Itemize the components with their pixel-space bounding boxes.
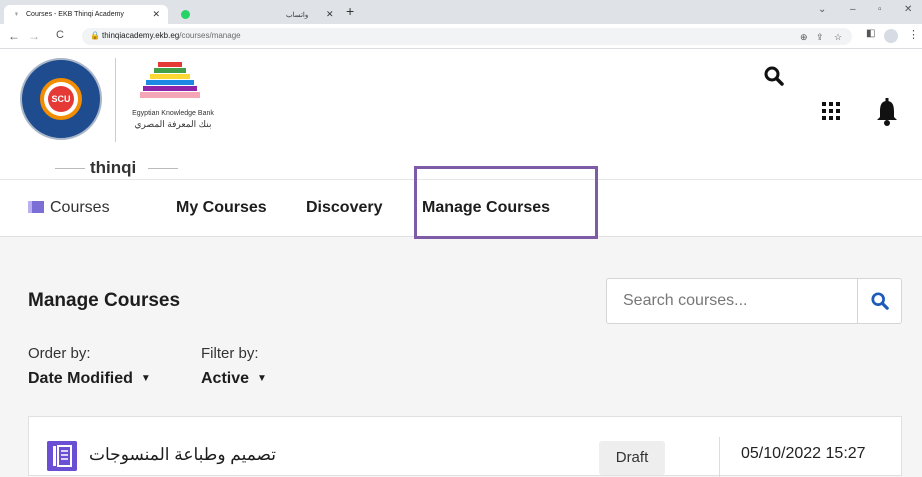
tab-search-icon[interactable]: ⌄: [818, 4, 826, 15]
browser-toolbar: ← → C 🔒 thinqiacademy.ekb.eg/courses/man…: [0, 24, 922, 49]
search-icon[interactable]: [764, 66, 784, 86]
ekb-name-arabic: بنك المعرفة المصري: [134, 119, 212, 129]
forward-icon[interactable]: →: [28, 29, 40, 43]
divider: [719, 437, 720, 477]
browser-menu-icon[interactable]: ⋮: [908, 28, 919, 41]
order-by-dropdown[interactable]: Date Modified ▼: [28, 370, 151, 388]
browser-tab-whatsapp[interactable]: واتساب ✕: [168, 5, 334, 24]
divider: [55, 168, 85, 169]
caret-down-icon: ▼: [140, 373, 151, 384]
search-courses-input[interactable]: [607, 279, 857, 323]
lock-icon: 🔒: [90, 31, 100, 40]
side-panel-icon[interactable]: ◧: [866, 28, 875, 39]
close-tab-icon[interactable]: ✕: [152, 9, 160, 20]
status-badge: Draft: [599, 441, 665, 475]
browser-tab-thinqi[interactable]: ♀ Courses - EKB Thinqi Academy ✕: [4, 5, 168, 24]
zoom-icon[interactable]: ⊕: [800, 32, 808, 43]
bookmark-star-icon[interactable]: ☆: [834, 32, 842, 43]
nav-courses[interactable]: Courses: [28, 199, 110, 217]
thinqi-favicon-icon: ♀: [13, 11, 20, 18]
logo-divider: [115, 58, 116, 142]
url-text: thinqiacademy.ekb.eg/courses/manage: [102, 31, 241, 40]
nav-discovery[interactable]: Discovery: [306, 199, 383, 217]
profile-avatar[interactable]: [884, 29, 898, 43]
filter-by-label: Filter by:: [201, 345, 259, 362]
share-icon[interactable]: ⇪: [816, 32, 824, 43]
ekb-books-logo-icon: [140, 62, 200, 98]
filter-by-dropdown[interactable]: Active ▼: [201, 370, 267, 388]
divider: [148, 168, 178, 169]
ekb-name-english: Egyptian Knowledge Bank: [132, 110, 214, 117]
new-tab-button[interactable]: +: [346, 3, 354, 19]
course-document-icon: [47, 441, 77, 471]
window-close-icon[interactable]: ✕: [904, 4, 912, 15]
course-list-item[interactable]: تصميم وطباعة المنسوجات Draft 05/10/2022 …: [28, 416, 902, 477]
close-tab-icon[interactable]: ✕: [326, 9, 334, 20]
modified-date: 05/10/2022 15:27: [741, 445, 866, 462]
address-bar[interactable]: 🔒 thinqiacademy.ekb.eg/courses/manage ⊕ …: [82, 28, 852, 45]
tab-label: واتساب: [286, 11, 309, 19]
minimize-icon[interactable]: –: [850, 4, 856, 15]
browser-tab-strip: ♀ Courses - EKB Thinqi Academy ✕ واتساب …: [0, 0, 922, 24]
nav-my-courses[interactable]: My Courses: [176, 199, 267, 217]
manage-courses-highlight: [414, 166, 598, 239]
maximize-icon[interactable]: ▫: [878, 4, 882, 15]
page-title: Manage Courses: [28, 290, 181, 311]
course-title[interactable]: تصميم وطباعة المنسوجات: [89, 445, 276, 465]
search-button[interactable]: [857, 279, 902, 323]
reload-icon[interactable]: C: [56, 29, 64, 41]
thinqi-brand: thinqi: [90, 158, 137, 177]
scu-logo: SCU: [20, 58, 102, 140]
courses-book-icon: [28, 201, 44, 213]
tab-label: Courses - EKB Thinqi Academy: [26, 11, 124, 18]
back-icon[interactable]: ←: [8, 29, 20, 43]
order-by-label: Order by:: [28, 345, 91, 362]
caret-down-icon: ▼: [257, 373, 267, 384]
search-icon: [871, 292, 889, 310]
course-search: [606, 278, 902, 324]
apps-grid-icon[interactable]: [822, 102, 840, 120]
notification-bell-icon[interactable]: [876, 98, 898, 126]
